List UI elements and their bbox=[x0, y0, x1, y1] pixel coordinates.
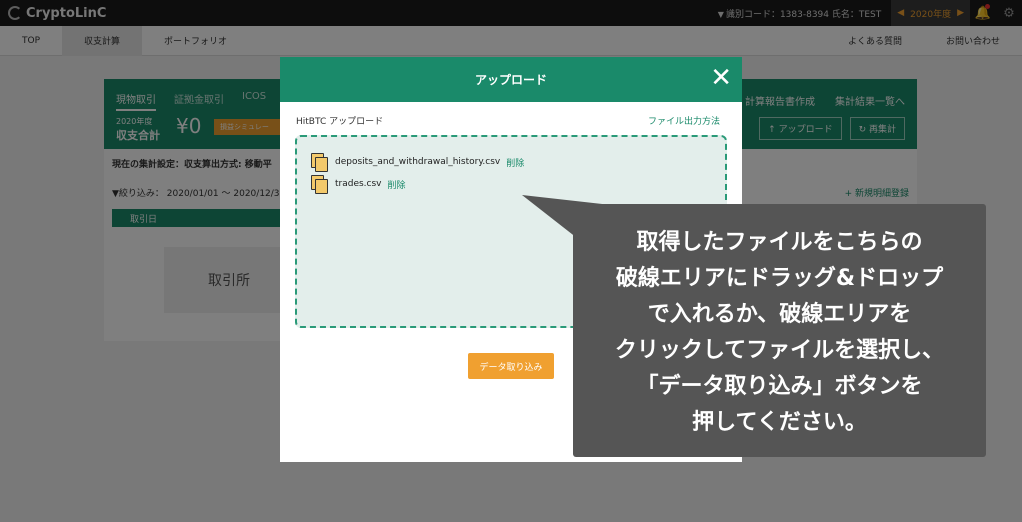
callout-line: 破線エリアにドラッグ&ドロップ bbox=[615, 266, 944, 291]
file-item: trades.csv 削除 bbox=[311, 175, 406, 194]
delete-file-link[interactable]: 削除 bbox=[506, 156, 524, 169]
callout-line: 押してください。 bbox=[692, 410, 867, 435]
upload-label: HitBTC アップロード bbox=[296, 117, 384, 127]
callout-line: で入れるか、破線エリアを bbox=[647, 302, 912, 327]
file-icon bbox=[311, 175, 328, 194]
export-method-link[interactable]: ファイル出力方法 bbox=[648, 114, 720, 127]
callout-line: クリックしてファイルを選択し、 bbox=[614, 338, 945, 363]
import-data-button[interactable]: データ取り込み bbox=[468, 353, 554, 379]
file-icon bbox=[311, 153, 328, 172]
callout-line: 「データ取り込み」ボタンを bbox=[636, 374, 923, 399]
callout-line: 取得したファイルをこちらの bbox=[636, 230, 923, 255]
modal-title: アップロード bbox=[474, 73, 547, 87]
modal-header: アップロード ✕ bbox=[280, 57, 742, 102]
file-name: deposits_and_withdrawal_history.csv bbox=[335, 157, 501, 167]
instruction-callout: 取得したファイルをこちらの 破線エリアにドラッグ&ドロップ で入れるか、破線エリ… bbox=[573, 204, 986, 457]
close-icon[interactable]: ✕ bbox=[710, 65, 732, 91]
delete-file-link[interactable]: 削除 bbox=[388, 178, 406, 191]
file-name: trades.csv bbox=[335, 179, 382, 189]
file-item: deposits_and_withdrawal_history.csv 削除 bbox=[311, 153, 524, 172]
